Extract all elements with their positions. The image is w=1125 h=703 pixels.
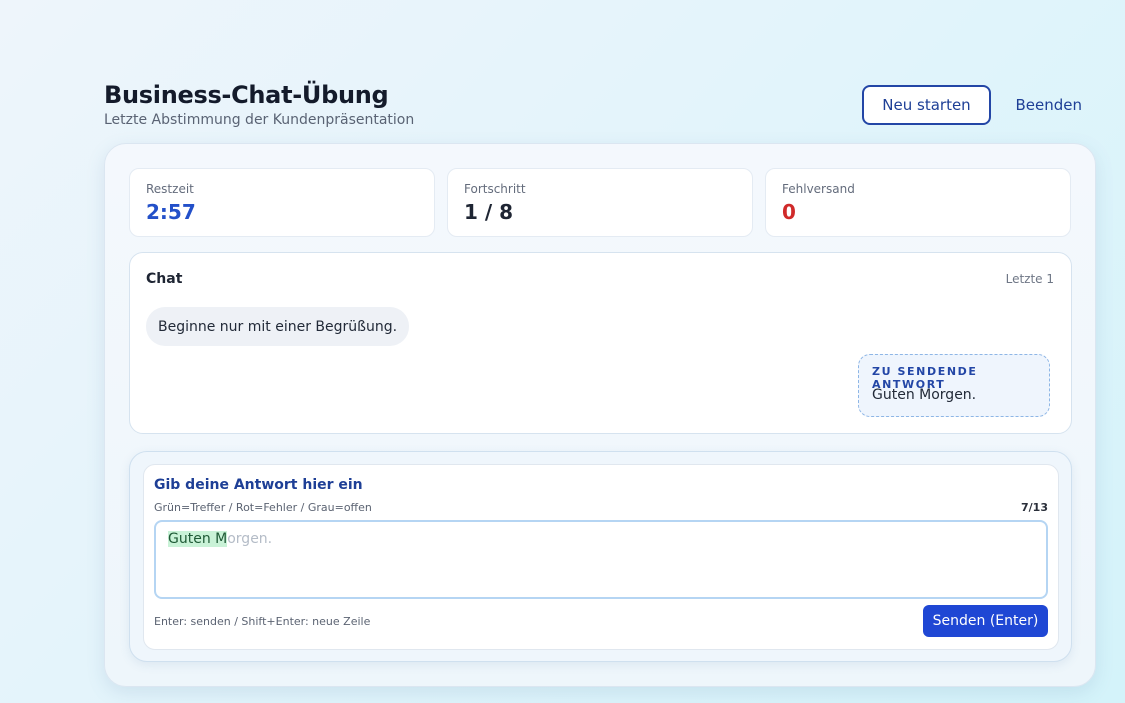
chat-message-count: Letzte 1 [1005,272,1054,286]
answer-textarea[interactable]: Guten Morgen. [154,520,1048,599]
stat-label-progress: Fortschritt [464,182,526,196]
expected-reply-text: Guten Morgen. [872,387,977,403]
answer-input-title: Gib deine Antwort hier ein [154,477,363,493]
stat-label-time: Restzeit [146,182,194,196]
end-button[interactable]: Beenden [1012,85,1082,125]
stat-card-progress: Fortschritt 1 / 8 [447,168,753,237]
answer-input-inner: Gib deine Antwort hier ein Grün=Treffer … [143,464,1059,650]
typed-correct-text: Guten M [168,531,228,547]
expected-reply-bubble: ZU SENDENDE ANTWORT Guten Morgen. [858,354,1050,417]
color-legend: Grün=Treffer / Rot=Fehler / Grau=offen [154,501,372,514]
page-subtitle: Letzte Abstimmung der Kundenpräsentation [104,112,415,128]
stat-value-time: 2:57 [146,200,196,224]
stat-card-errors: Fehlversand 0 [765,168,1071,237]
keyboard-hint: Enter: senden / Shift+Enter: neue Zeile [154,615,371,628]
incoming-message-bubble: Beginne nur mit einer Begrüßung. [146,307,410,346]
chat-panel: Chat Letzte 1 Beginne nur mit einer Begr… [129,252,1072,434]
stat-value-progress: 1 / 8 [464,200,514,224]
page-title: Business-Chat-Übung [104,81,389,109]
remaining-text: orgen. [227,531,273,547]
send-button[interactable]: Senden (Enter) [923,605,1048,637]
restart-button[interactable]: Neu starten [862,85,991,125]
stat-card-time: Restzeit 2:57 [129,168,435,237]
stat-label-errors: Fehlversand [782,182,855,196]
answer-input-card: Gib deine Antwort hier ein Grün=Treffer … [129,451,1072,662]
exercise-panel: Restzeit 2:57 Fortschritt 1 / 8 Fehlvers… [104,143,1096,687]
page-header: Business-Chat-Übung Letzte Abstimmung de… [104,80,1082,130]
stat-value-errors: 0 [782,200,796,224]
chat-title: Chat [146,271,183,287]
character-count: 7/13 [1021,501,1048,514]
